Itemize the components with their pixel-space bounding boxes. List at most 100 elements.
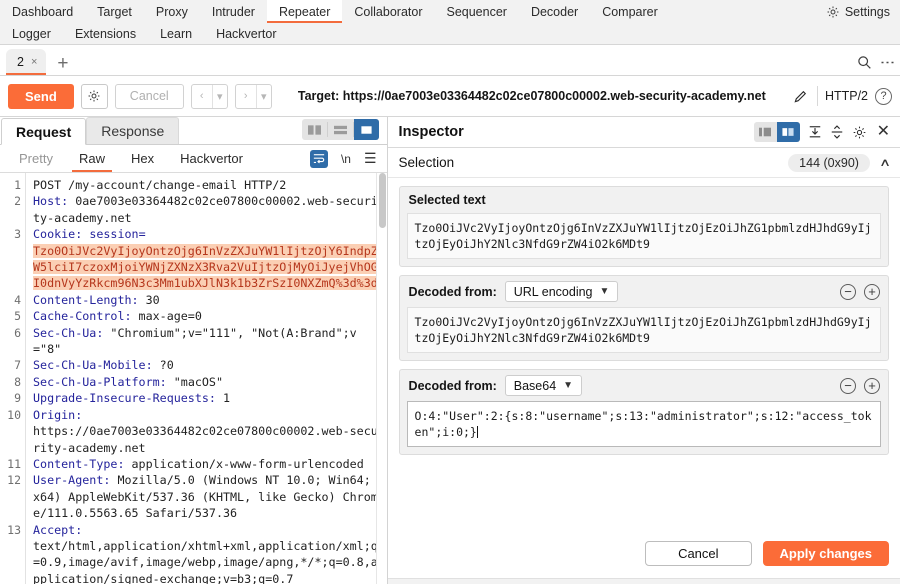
add-tab-button[interactable]: + <box>46 54 78 75</box>
tab-response[interactable]: Response <box>86 117 179 144</box>
cancel-button[interactable]: Cancel <box>645 541 751 566</box>
line-number: 13 <box>0 522 21 584</box>
next-request-button[interactable]: › <box>236 85 256 108</box>
format-tab-hex[interactable]: Hex <box>118 145 167 172</box>
main-tab-label: Learn <box>160 27 192 41</box>
inspector-right-layout-icon[interactable] <box>777 122 800 142</box>
tab-request-label: Request <box>16 124 71 140</box>
main-tab-label: Intruder <box>212 5 255 19</box>
request-line: User-Agent: Mozilla/5.0 (Windows NT 10.0… <box>33 472 381 521</box>
request-line-segment: Host: <box>33 194 68 208</box>
main-tab-sequencer[interactable]: Sequencer <box>434 0 518 23</box>
side-by-side-layout-icon[interactable] <box>302 119 327 140</box>
collapse-all-icon[interactable] <box>830 125 844 139</box>
main-tab-decoder[interactable]: Decoder <box>519 0 590 23</box>
decoder-mode-select-url[interactable]: URL encoding ▼ <box>505 281 619 302</box>
format-tab-hackvertor[interactable]: Hackvertor <box>167 145 256 172</box>
request-line-segment: Upgrade-Insecure-Requests: <box>33 391 216 405</box>
main-tab-logger[interactable]: Logger <box>0 23 63 45</box>
cancel-button[interactable]: Cancel <box>115 84 184 109</box>
request-raw-text[interactable]: POST /my-account/change-email HTTP/2Host… <box>26 173 387 584</box>
request-line-segment: 30 <box>139 293 160 307</box>
inspector-layout-group <box>754 122 800 142</box>
add-decoder-button[interactable]: + <box>864 284 880 300</box>
send-button[interactable]: Send <box>8 84 74 109</box>
stacked-layout-icon[interactable] <box>328 119 353 140</box>
decoded-url-card: Decoded from: URL encoding ▼ − + Tzo0OiJ… <box>399 275 889 361</box>
selection-label: Selection <box>399 155 455 170</box>
decoded-base64-card-buttons: − + <box>840 378 880 394</box>
add-decoder-button[interactable]: + <box>864 378 880 394</box>
send-toolbar: Send Cancel ‹ ▾ › ▾ Target: https://0ae7… <box>0 76 900 117</box>
decoded-from-label: Decoded from: <box>409 379 497 393</box>
line-number: 1 <box>0 177 21 193</box>
divider <box>817 86 818 106</box>
line-number: 7 <box>0 357 21 373</box>
close-icon[interactable]: × <box>31 56 37 68</box>
inspector-left-layout-icon[interactable] <box>754 122 777 142</box>
main-tab-learn[interactable]: Learn <box>148 23 204 45</box>
main-tab-intruder[interactable]: Intruder <box>200 0 267 23</box>
remove-decoder-button[interactable]: − <box>840 284 856 300</box>
prev-request-button[interactable]: ‹ <box>192 85 212 108</box>
decoded-base64-value[interactable]: O:4:"User":2:{s:8:"username";s:13:"admin… <box>407 401 881 447</box>
apply-changes-button[interactable]: Apply changes <box>763 541 889 566</box>
main-tab-row-1: DashboardTarget Proxy Intruder Repeater Coll… <box>0 0 900 23</box>
hamburger-menu-icon[interactable]: ☰ <box>364 150 377 167</box>
main-tab-hackvertor[interactable]: Hackvertor <box>204 23 288 45</box>
main-tab-target[interactable]: Target <box>85 0 144 23</box>
gear-icon[interactable] <box>852 125 867 140</box>
main-tab-row-2: Logger Extensions Learn Hackvertor <box>0 23 900 46</box>
main-tab-label: Extensions <box>75 27 136 41</box>
kebab-menu-icon[interactable]: ⋮ <box>882 55 893 70</box>
main-tab-label: Collaborator <box>354 5 422 19</box>
next-dropdown-icon[interactable]: ▾ <box>256 85 271 108</box>
selection-row[interactable]: Selection 144 (0x90) ∧ <box>388 148 900 178</box>
format-tab-pretty[interactable]: Pretty <box>6 145 66 172</box>
request-line-segment: https://0ae7003e03364482c02ce07800c00002… <box>33 424 378 454</box>
pencil-icon[interactable] <box>792 89 810 104</box>
line-number: 12 <box>0 472 21 521</box>
editor-scrollbar[interactable] <box>376 173 387 584</box>
remove-decoder-button[interactable]: − <box>840 378 856 394</box>
inspector-header-actions: ✕ <box>754 122 892 142</box>
format-tab-raw[interactable]: Raw <box>66 145 118 172</box>
search-icon[interactable] <box>857 55 872 70</box>
main-tab-dashboard[interactable]: Dashboard <box>0 0 85 23</box>
repeater-tab-2[interactable]: 2 × <box>6 49 46 75</box>
request-line-segment: ?0 <box>153 358 174 372</box>
inspector-header: Inspector <box>388 117 900 148</box>
main-tab-label: Proxy <box>156 5 188 19</box>
request-line: Content-Length: 30 <box>33 292 381 308</box>
expand-all-icon[interactable] <box>808 125 822 139</box>
prev-dropdown-icon[interactable]: ▾ <box>212 85 227 108</box>
word-wrap-icon[interactable] <box>310 150 328 168</box>
main-tab-label: Logger <box>12 27 51 41</box>
decoder-mode-select-base64[interactable]: Base64 ▼ <box>505 375 582 396</box>
main-tab-repeater[interactable]: Repeater <box>267 0 342 23</box>
main-tab-extensions[interactable]: Extensions <box>63 23 148 45</box>
close-icon[interactable]: ✕ <box>875 124 892 140</box>
main-tab-comparer[interactable]: Comparer <box>590 0 670 23</box>
gear-icon[interactable] <box>81 84 108 109</box>
tab-request[interactable]: Request <box>1 118 86 145</box>
scrollbar-thumb[interactable] <box>379 173 386 228</box>
request-line-segment: Cache-Control: <box>33 309 132 323</box>
decoded-base64-card: Decoded from: Base64 ▼ − + O:4:"User":2:… <box>399 369 889 455</box>
chevron-up-icon[interactable]: ∧ <box>879 156 891 169</box>
single-pane-layout-icon[interactable] <box>354 119 379 140</box>
line-number: 3 <box>0 226 21 292</box>
http-version-label[interactable]: HTTP/2 <box>825 89 868 103</box>
help-icon[interactable]: ? <box>875 88 892 105</box>
selected-text-card-header: Selected text <box>400 187 888 213</box>
request-line: Cookie: session= Tzo0OiJVc2VyIjoyOntzOjg… <box>33 226 381 292</box>
main-tab-label: Hackvertor <box>216 27 276 41</box>
main-tab-proxy[interactable]: Proxy <box>144 0 200 23</box>
main-tab-settings[interactable]: Settings <box>814 0 900 23</box>
selected-text-card: Selected text Tzo0OiJVc2VyIjoyOntzOjg6In… <box>399 186 889 267</box>
history-nav-group-next: › ▾ <box>235 84 272 109</box>
main-tab-collaborator[interactable]: Collaborator <box>342 0 434 23</box>
main-tab-label: Sequencer <box>446 5 506 19</box>
request-editor[interactable]: 1234567891011121314 POST /my-account/cha… <box>0 173 387 584</box>
newline-icon[interactable]: \n <box>341 152 351 166</box>
